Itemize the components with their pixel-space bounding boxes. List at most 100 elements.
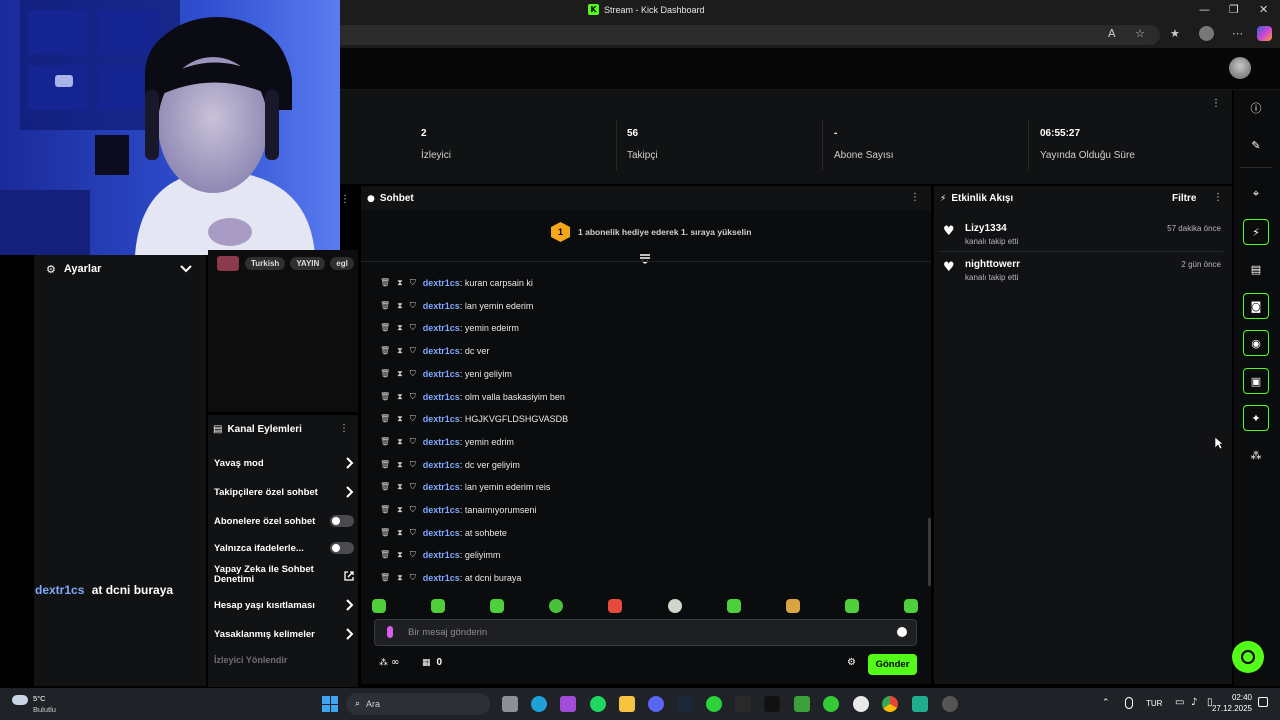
favorite-star-icon[interactable]: ☆: [1135, 27, 1145, 40]
delete-icon[interactable]: 🗑: [380, 323, 390, 333]
channel-actions-toggle-icon[interactable]: ▣: [1243, 368, 1269, 394]
chat-message[interactable]: 🗑 ⧗ ⛉ dextr1cs: geliyimm: [380, 548, 500, 562]
emotes-only-toggle[interactable]: [330, 542, 354, 554]
emote-button[interactable]: [372, 599, 386, 613]
tag[interactable]: Turkish: [245, 257, 286, 270]
delete-icon[interactable]: 🗑: [380, 346, 390, 356]
timeout-hourglass-icon[interactable]: ⧗: [397, 437, 403, 447]
notes-icon[interactable]: ▤: [1243, 256, 1269, 282]
chat-username[interactable]: dextr1cs: [423, 414, 460, 424]
chat-settings-gear-icon[interactable]: ⚙: [847, 657, 856, 668]
delete-icon[interactable]: 🗑: [380, 369, 390, 379]
notification-icon[interactable]: [1258, 697, 1268, 707]
language-indicator[interactable]: TUR: [1146, 699, 1162, 708]
kick-studio-icon[interactable]: [912, 696, 928, 712]
read-aloud-icon[interactable]: A: [1108, 27, 1116, 40]
more-tools-icon[interactable]: ⁂: [1243, 442, 1269, 468]
discord-icon[interactable]: [648, 696, 664, 712]
close-button[interactable]: ✕: [1259, 3, 1268, 16]
chat-username[interactable]: dextr1cs: [423, 460, 460, 470]
channel-actions-menu-icon[interactable]: ⋮: [339, 423, 349, 434]
timeout-hourglass-icon[interactable]: ⧗: [397, 460, 403, 470]
clock-date[interactable]: 27.12.2025: [1208, 704, 1252, 713]
broadcast-icon[interactable]: ◉: [1243, 330, 1269, 356]
xbox-icon[interactable]: [706, 696, 722, 712]
chat-message[interactable]: 🗑 ⧗ ⛉ dextr1cs: at sohbete: [380, 526, 507, 540]
account-age-row[interactable]: Hesap yaşı kısıtlaması: [214, 599, 354, 611]
emote-button[interactable]: [844, 599, 859, 613]
screenshot-icon[interactable]: ⌖: [1243, 181, 1269, 207]
chat-username[interactable]: dextr1cs: [423, 323, 460, 333]
taskbar-search[interactable]: ⌕ Ara: [346, 693, 490, 715]
weather-temp[interactable]: 5°C: [33, 694, 46, 703]
activity-feed-toggle-icon[interactable]: ⚡: [1243, 219, 1269, 245]
tag[interactable]: egl: [330, 257, 354, 270]
banned-words-row[interactable]: Yasaklanmış kelimeler: [214, 628, 354, 640]
emote-button[interactable]: [608, 599, 623, 613]
delete-icon[interactable]: 🗑: [380, 573, 390, 583]
windows-start-icon[interactable]: [322, 696, 338, 712]
chat-username[interactable]: dextr1cs: [423, 392, 460, 402]
delete-icon[interactable]: 🗑: [380, 278, 390, 288]
steam-icon[interactable]: [677, 696, 693, 712]
chat-username[interactable]: dextr1cs: [423, 301, 460, 311]
edit-icon[interactable]: ✎: [1243, 132, 1269, 158]
chat-message[interactable]: 🗑 ⧗ ⛉ dextr1cs: HGJKVGFLDSHGVASDB: [380, 412, 568, 426]
emote-button[interactable]: [667, 599, 682, 613]
more-icon[interactable]: ⋯: [1232, 27, 1243, 40]
chat-username[interactable]: dextr1cs: [423, 573, 460, 583]
scroll-to-bottom-icon[interactable]: [639, 254, 651, 264]
emote-button[interactable]: [431, 599, 446, 613]
panel-menu-icon[interactable]: ⋮: [340, 194, 350, 205]
chat-toggle-icon[interactable]: ◙: [1243, 293, 1269, 319]
app-icon[interactable]: [823, 696, 839, 712]
delete-icon[interactable]: 🗑: [380, 460, 390, 470]
chevron-up-icon[interactable]: ⌃: [1102, 698, 1110, 708]
activity-menu-icon[interactable]: ⋮: [1213, 192, 1223, 203]
stats-menu-icon[interactable]: ⋮: [1211, 98, 1221, 109]
send-button[interactable]: Gönder: [868, 654, 917, 675]
timeout-hourglass-icon[interactable]: ⧗: [397, 278, 403, 288]
chat-message[interactable]: 🗑 ⧗ ⛉ dextr1cs: olm valla baskasiyim ben: [380, 390, 565, 404]
copilot-app-icon[interactable]: [560, 696, 576, 712]
activity-event[interactable]: ♥ Lizy1334 kanalı takip etti 57 dakika ö…: [934, 220, 1232, 254]
chat-username[interactable]: dextr1cs: [423, 482, 460, 492]
settings-app-icon[interactable]: [853, 696, 869, 712]
timeout-hourglass-icon[interactable]: ⧗: [397, 482, 403, 492]
chat-username[interactable]: dextr1cs: [423, 278, 460, 288]
chat-message[interactable]: 🗑 ⧗ ⛉ dextr1cs: kuran carpsain ki: [380, 276, 533, 290]
network-icon[interactable]: ▭: [1175, 697, 1184, 708]
store-button[interactable]: ▦ 0: [422, 657, 442, 668]
emote-button[interactable]: [490, 599, 505, 613]
chat-message-input[interactable]: Bir mesaj gönderin: [374, 619, 917, 646]
timeout-hourglass-icon[interactable]: ⧗: [397, 323, 403, 333]
volume-icon[interactable]: ♪: [1191, 697, 1197, 708]
chat-message[interactable]: 🗑 ⧗ ⛉ dextr1cs: tanaımıyorumseni: [380, 503, 536, 517]
timeout-hourglass-icon[interactable]: ⧗: [397, 528, 403, 538]
epic-games-icon[interactable]: [735, 696, 751, 712]
chat-scrollbar[interactable]: [928, 518, 931, 586]
channel-points[interactable]: ⁂ ∞: [379, 657, 399, 668]
timeout-hourglass-icon[interactable]: ⧗: [397, 573, 403, 583]
copilot-icon[interactable]: [1257, 26, 1272, 41]
chat-menu-icon[interactable]: ⋮: [910, 192, 920, 203]
delete-icon[interactable]: 🗑: [380, 528, 390, 538]
emote-button[interactable]: [726, 599, 741, 613]
wrench-icon[interactable]: ✦: [1243, 405, 1269, 431]
delete-icon[interactable]: 🗑: [380, 392, 390, 402]
timeout-hourglass-icon[interactable]: ⧗: [397, 414, 403, 424]
chat-message[interactable]: 🗑 ⧗ ⛉ dextr1cs: dc ver geliyim: [380, 458, 520, 472]
favorites-icon[interactable]: ★: [1170, 27, 1180, 40]
chat-message[interactable]: 🗑 ⧗ ⛉ dextr1cs: dc ver: [380, 344, 489, 358]
tag[interactable]: YAYIN: [290, 257, 326, 270]
timeout-hourglass-icon[interactable]: ⧗: [397, 369, 403, 379]
timeout-hourglass-icon[interactable]: ⧗: [397, 550, 403, 560]
emote-button[interactable]: [903, 599, 918, 613]
minecraft-icon[interactable]: [794, 696, 810, 712]
task-view-icon[interactable]: [502, 696, 518, 712]
filter-button[interactable]: Filtre: [1172, 193, 1196, 204]
minimize-button[interactable]: —: [1199, 3, 1210, 16]
microphone-tray-icon[interactable]: [1125, 697, 1133, 709]
delete-icon[interactable]: 🗑: [380, 482, 390, 492]
delete-icon[interactable]: 🗑: [380, 414, 390, 424]
